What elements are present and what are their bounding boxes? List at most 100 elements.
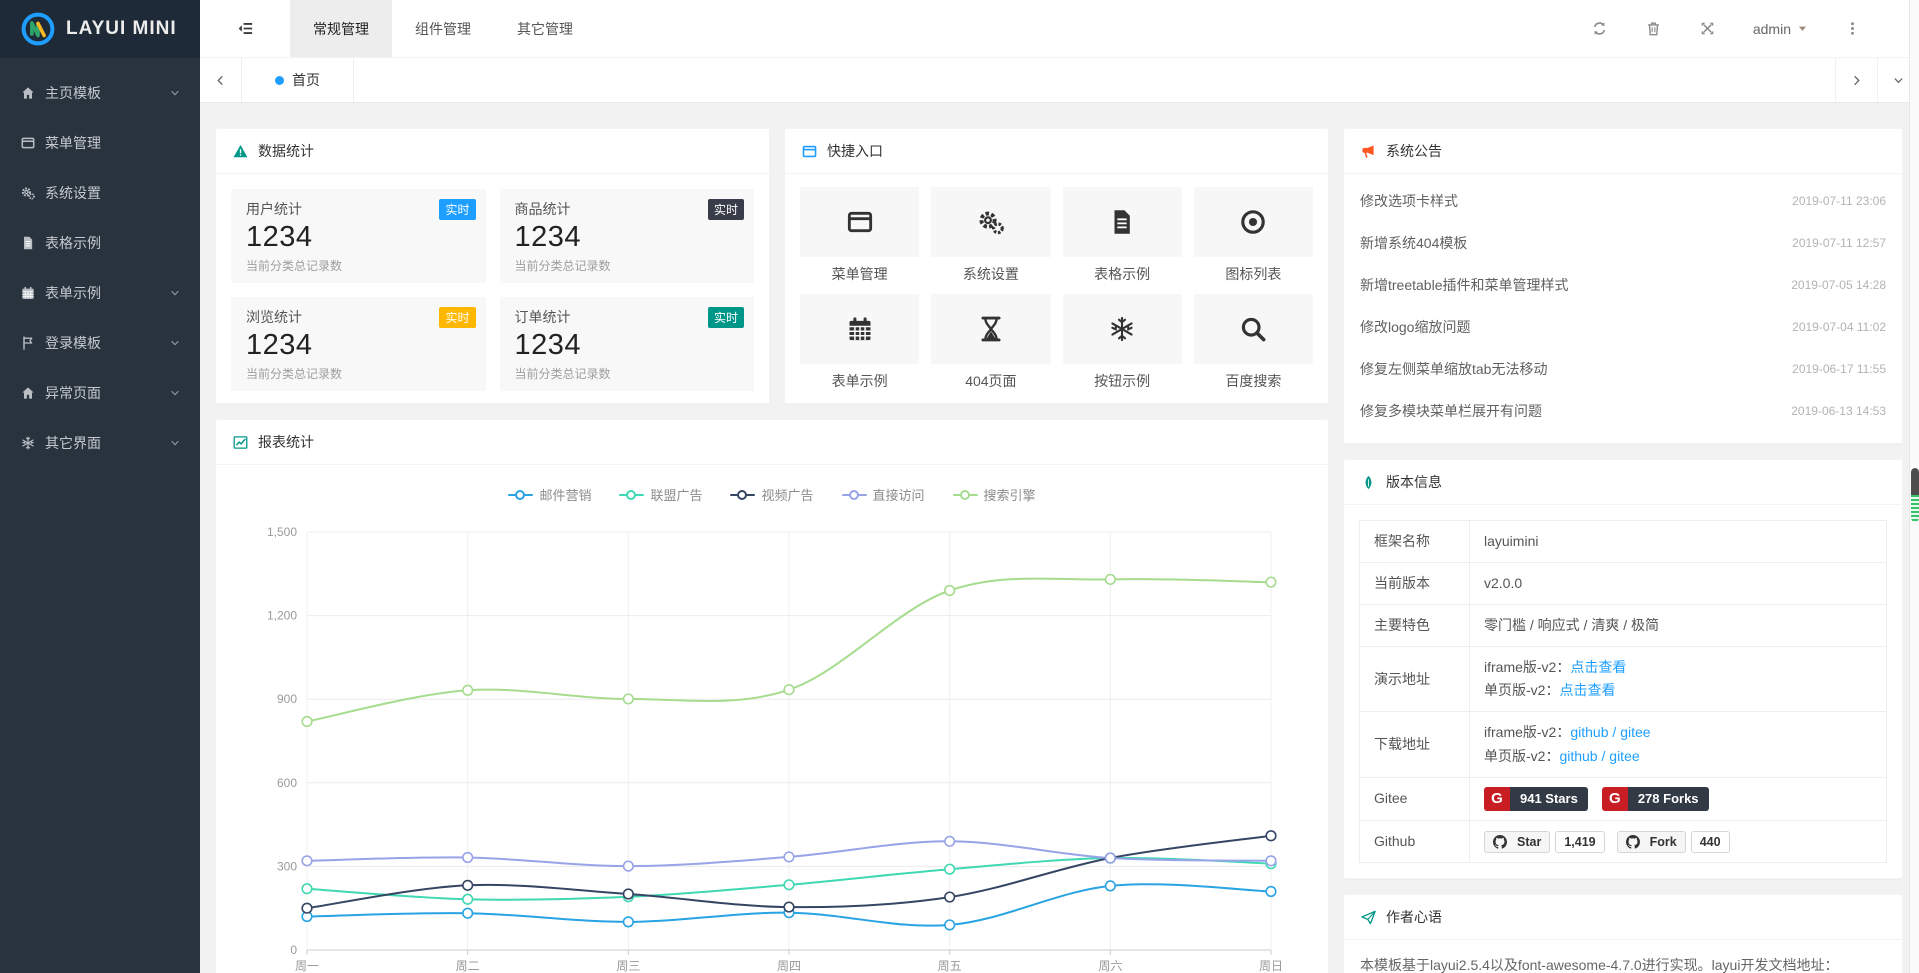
version-link[interactable]: gitee	[1609, 748, 1639, 764]
header-nav-item-3[interactable]: 其它管理	[494, 0, 596, 57]
version-link[interactable]: github	[1570, 724, 1608, 740]
legend-item-2[interactable]: 联盟广告	[619, 485, 702, 504]
warning-icon	[232, 143, 249, 160]
app-logo[interactable]: LAYUI MINI	[0, 0, 200, 58]
sidebar-item-5[interactable]: 表单示例	[0, 268, 200, 318]
legend-label: 邮件营销	[539, 485, 591, 504]
version-link[interactable]: 点击查看	[1559, 682, 1615, 698]
more-actions-button[interactable]	[1841, 18, 1863, 40]
tabs-scroll-right-button[interactable]	[1835, 58, 1877, 102]
panel-stats-title: 数据统计	[258, 141, 314, 161]
stat-card-value: 1234	[246, 327, 471, 363]
clear-cache-button[interactable]	[1643, 18, 1665, 40]
github-fork-button[interactable]: Fork	[1617, 831, 1686, 853]
line-chart-icon	[232, 434, 249, 451]
window-icon	[801, 143, 818, 160]
svg-text:周六: 周六	[1098, 959, 1122, 973]
gitee-badge[interactable]: G941 Stars	[1484, 787, 1588, 811]
leaf-icon	[1360, 474, 1377, 491]
legend-item-1[interactable]: 邮件营销	[508, 485, 591, 504]
stat-card-3[interactable]: 浏览统计实时1234当前分类总记录数	[231, 297, 486, 391]
active-tab-dot	[275, 76, 284, 85]
panel-version-header: 版本信息	[1344, 460, 1902, 505]
version-row: GithubStar1,419Fork440	[1360, 820, 1887, 862]
version-link[interactable]: 点击查看	[1570, 659, 1626, 675]
svg-text:1,200: 1,200	[267, 609, 297, 623]
realtime-badge: 实时	[708, 307, 744, 328]
announcement-row[interactable]: 新增系统404模板2019-07-11 12:57	[1344, 222, 1902, 264]
announcement-row[interactable]: 修复左侧菜单缩放tab无法移动2019-06-17 11:55	[1344, 348, 1902, 390]
panel-author-words: 作者心语 本模板基于layui2.5.4以及font-awesome-4.7.0…	[1343, 894, 1903, 973]
sidebar-item-label: 表格示例	[45, 233, 182, 253]
scrollbar-track[interactable]	[1909, 0, 1919, 973]
user-menu[interactable]: admin	[1753, 21, 1809, 37]
version-row-value: v2.0.0	[1470, 563, 1887, 605]
dot-circle-icon	[1194, 187, 1313, 257]
announcement-row[interactable]: 修改logo缩放问题2019-07-04 11:02	[1344, 306, 1902, 348]
stat-card-label: 用户统计	[246, 199, 471, 219]
fullscreen-button[interactable]	[1697, 18, 1719, 40]
panel-report-stats: 报表统计 邮件营销联盟广告视频广告直接访问搜索引擎 03006009001,20…	[215, 419, 1329, 973]
quick-entry-3[interactable]: 表格示例	[1063, 187, 1182, 284]
quick-entry-6[interactable]: 404页面	[931, 294, 1050, 391]
announcement-text: 修复多模块菜单栏展开有问题	[1360, 401, 1542, 421]
version-link[interactable]: gitee	[1620, 724, 1650, 740]
sidebar-item-6[interactable]: 登录模板	[0, 318, 200, 368]
gears-icon	[20, 185, 36, 201]
refresh-button[interactable]	[1589, 18, 1611, 40]
stat-card-4[interactable]: 订单统计实时1234当前分类总记录数	[500, 297, 755, 391]
announcement-date: 2019-07-11 23:06	[1792, 194, 1886, 208]
announcement-text: 新增treetable插件和菜单管理样式	[1360, 275, 1568, 295]
sidebar-item-8[interactable]: 其它界面	[0, 418, 200, 468]
tab-home[interactable]: 首页	[242, 58, 354, 102]
header-nav-item-2[interactable]: 组件管理	[392, 0, 494, 57]
tabs-scroll-left-button[interactable]	[200, 58, 242, 102]
quick-entry-2[interactable]: 系统设置	[931, 187, 1050, 284]
quick-entry-8[interactable]: 百度搜索	[1194, 294, 1313, 391]
sidebar-item-3[interactable]: 系统设置	[0, 168, 200, 218]
realtime-badge: 实时	[439, 307, 475, 328]
github-count[interactable]: 1,419	[1555, 831, 1604, 853]
github-count[interactable]: 440	[1691, 831, 1730, 853]
announcement-row[interactable]: 新增treetable插件和菜单管理样式2019-07-05 14:28	[1344, 264, 1902, 306]
version-row: 演示地址iframe版-v2：点击查看单页版-v2：点击查看	[1360, 647, 1887, 712]
legend-item-3[interactable]: 视频广告	[730, 485, 813, 504]
quick-entry-4[interactable]: 图标列表	[1194, 187, 1313, 284]
stat-card-1[interactable]: 用户统计实时1234当前分类总记录数	[231, 189, 486, 283]
link-prefix: iframe版-v2：	[1484, 659, 1570, 675]
sidebar-item-4[interactable]: 表格示例	[0, 218, 200, 268]
version-row-label: 下载地址	[1360, 712, 1470, 777]
legend-item-4[interactable]: 直接访问	[842, 485, 925, 504]
version-row-value: 零门槛 / 响应式 / 清爽 / 极简	[1470, 605, 1887, 647]
shrink-menu-icon	[236, 19, 255, 38]
sidebar-collapse-button[interactable]	[200, 0, 290, 57]
line-chart: 03006009001,2001,500周一周二周三周四周五周六周日	[216, 510, 1328, 973]
quick-entry-7[interactable]: 按钮示例	[1063, 294, 1182, 391]
github-button-label: Star	[1517, 832, 1541, 853]
announcement-row[interactable]: 修复多模块菜单栏展开有问题2019-06-13 14:53	[1344, 390, 1902, 432]
trash-icon	[1645, 20, 1662, 37]
sidebar-item-label: 系统设置	[45, 183, 182, 203]
realtime-badge: 实时	[708, 199, 744, 220]
stat-card-caption: 当前分类总记录数	[515, 257, 740, 274]
header-nav-item-1[interactable]: 常规管理	[290, 0, 392, 57]
quick-entry-5[interactable]: 表单示例	[800, 294, 919, 391]
version-link[interactable]: github	[1559, 748, 1597, 764]
gitee-logo-icon: G	[1484, 787, 1510, 811]
quick-entry-1[interactable]: 菜单管理	[800, 187, 919, 284]
gitee-badge[interactable]: G278 Forks	[1602, 787, 1709, 811]
gitee-logo-icon: G	[1602, 787, 1628, 811]
sidebar-item-7[interactable]: 异常页面	[0, 368, 200, 418]
scrollbar-thumb[interactable]	[1911, 468, 1919, 522]
github-star-button[interactable]: Star	[1484, 831, 1550, 853]
stat-card-2[interactable]: 商品统计实时1234当前分类总记录数	[500, 189, 755, 283]
sidebar-item-2[interactable]: 菜单管理	[0, 118, 200, 168]
legend-label: 搜索引擎	[984, 485, 1036, 504]
panel-quick-entry: 快捷入口 菜单管理系统设置表格示例图标列表表单示例404页面按钮示例百度搜索	[784, 128, 1329, 404]
legend-item-5[interactable]: 搜索引擎	[953, 485, 1036, 504]
version-link-line: 单页版-v2：github / gitee	[1484, 745, 1872, 768]
version-row-value: layuimini	[1470, 521, 1887, 563]
sidebar-item-1[interactable]: 主页模板	[0, 68, 200, 118]
announcement-row[interactable]: 修改选项卡样式2019-07-11 23:06	[1344, 180, 1902, 222]
panel-author-header: 作者心语	[1344, 895, 1902, 940]
